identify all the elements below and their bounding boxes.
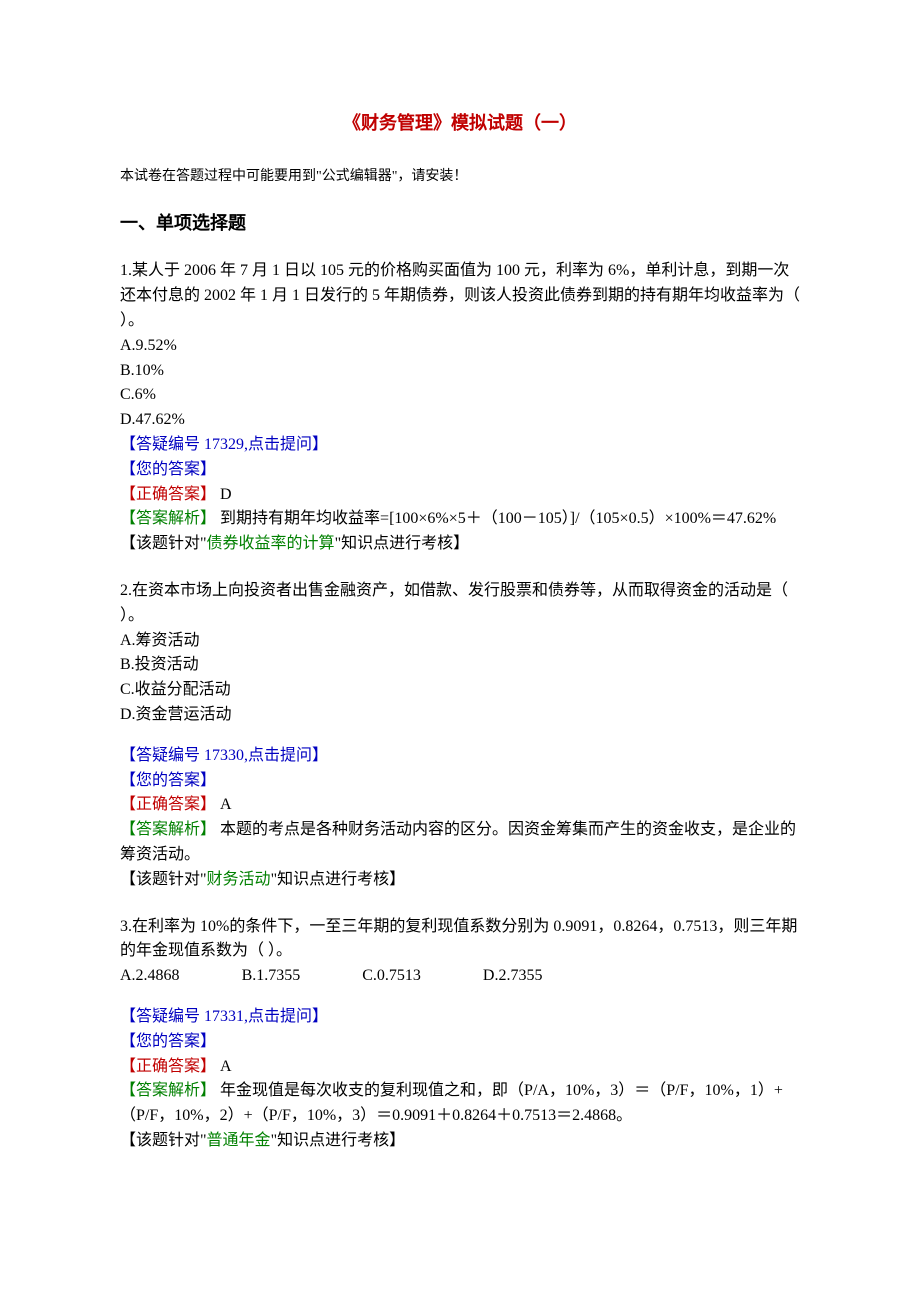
analysis-label: 答案解析 (136, 510, 200, 527)
analysis-text: 年金现值是每次收支的复利现值之和，即（P/A，10%，3）＝（P/F，10%，1… (120, 1082, 783, 1124)
analysis-line: 【答案解析】 年金现值是每次收支的复利现值之和，即（P/A，10%，3）＝（P/… (120, 1079, 800, 1129)
correct-answer-label: 正确答案 (136, 1058, 200, 1075)
option-c: C.0.7513 (362, 964, 421, 989)
document-page: 《财务管理》模拟试题（一） 本试卷在答题过程中可能要用到"公式编辑器"，请安装！… (0, 0, 920, 1302)
option-b: B.1.7355 (242, 964, 301, 989)
kp-name: 普通年金 (207, 1132, 271, 1149)
option-b: B.投资活动 (120, 653, 800, 678)
your-answer-line: 【您的答案】 (120, 458, 800, 483)
option-d: D.47.62% (120, 408, 800, 433)
question-3: 3.在利率为 10%的条件下，一至三年期的复利现值系数分别为 0.9091，0.… (120, 915, 800, 1154)
your-answer-label: 您的答案 (136, 1033, 200, 1050)
kp-prefix: 【该题针对" (120, 535, 207, 552)
knowledge-point-line: 【该题针对"债券收益率的计算"知识点进行考核】 (120, 532, 800, 557)
option-a: A.9.52% (120, 334, 800, 359)
question-stem: 3.在利率为 10%的条件下，一至三年期的复利现值系数分别为 0.9091，0.… (120, 915, 800, 965)
correct-answer-line: 【正确答案】 A (120, 793, 800, 818)
your-answer-label: 您的答案 (136, 461, 200, 478)
option-c: C.6% (120, 383, 800, 408)
kp-prefix: 【该题针对" (120, 1132, 207, 1149)
question-1: 1.某人于 2006 年 7 月 1 日以 105 元的价格购买面值为 100 … (120, 259, 800, 557)
qa-link[interactable]: 【答疑编号 17331,点击提问】 (120, 1005, 800, 1030)
option-d: D.2.7355 (483, 964, 543, 989)
your-answer-label: 您的答案 (136, 772, 200, 789)
kp-prefix: 【该题针对" (120, 871, 207, 888)
correct-answer-value: A (216, 796, 232, 813)
kp-name: 债券收益率的计算 (207, 535, 335, 552)
kp-suffix: "知识点进行考核】 (271, 1132, 406, 1149)
your-answer-line: 【您的答案】 (120, 769, 800, 794)
kp-name: 财务活动 (207, 871, 271, 888)
correct-answer-line: 【正确答案】 A (120, 1055, 800, 1080)
qa-link[interactable]: 【答疑编号 17330,点击提问】 (120, 744, 800, 769)
question-stem: 1.某人于 2006 年 7 月 1 日以 105 元的价格购买面值为 100 … (120, 259, 800, 333)
option-a: A.筹资活动 (120, 629, 800, 654)
correct-answer-value: A (216, 1058, 232, 1075)
option-b: B.10% (120, 359, 800, 384)
analysis-text: 到期持有期年均收益率=[100×6%×5＋（100－105）]/（105×0.5… (216, 510, 776, 527)
qa-link-text: 答疑编号 17329,点击提问 (136, 436, 312, 453)
document-title: 《财务管理》模拟试题（一） (120, 110, 800, 138)
analysis-line: 【答案解析】 本题的考点是各种财务活动内容的区分。因资金筹集而产生的资金收支，是… (120, 818, 800, 868)
correct-answer-label: 正确答案 (136, 486, 200, 503)
correct-answer-label: 正确答案 (136, 796, 200, 813)
kp-suffix: "知识点进行考核】 (335, 535, 470, 552)
correct-answer-line: 【正确答案】 D (120, 483, 800, 508)
knowledge-point-line: 【该题针对"财务活动"知识点进行考核】 (120, 868, 800, 893)
analysis-line: 【答案解析】 到期持有期年均收益率=[100×6%×5＋（100－105）]/（… (120, 507, 800, 532)
section-heading: 一、单项选择题 (120, 210, 800, 238)
question-2: 2.在资本市场上向投资者出售金融资产，如借款、发行股票和债券等，从而取得资金的活… (120, 579, 800, 893)
option-a: A.2.4868 (120, 964, 180, 989)
correct-answer-value: D (216, 486, 232, 503)
qa-link-text: 答疑编号 17330,点击提问 (136, 747, 312, 764)
spacer (120, 989, 800, 1005)
qa-link-text: 答疑编号 17331,点击提问 (136, 1008, 312, 1025)
options-inline: A.2.4868 B.1.7355 C.0.7513 D.2.7355 (120, 964, 800, 989)
analysis-label: 答案解析 (136, 821, 200, 838)
kp-suffix: "知识点进行考核】 (271, 871, 406, 888)
analysis-label: 答案解析 (136, 1082, 200, 1099)
install-note: 本试卷在答题过程中可能要用到"公式编辑器"，请安装！ (120, 166, 800, 188)
option-c: C.收益分配活动 (120, 678, 800, 703)
qa-link[interactable]: 【答疑编号 17329,点击提问】 (120, 433, 800, 458)
option-d: D.资金营运活动 (120, 703, 800, 728)
spacer (120, 728, 800, 744)
your-answer-line: 【您的答案】 (120, 1030, 800, 1055)
knowledge-point-line: 【该题针对"普通年金"知识点进行考核】 (120, 1129, 800, 1154)
question-stem: 2.在资本市场上向投资者出售金融资产，如借款、发行股票和债券等，从而取得资金的活… (120, 579, 800, 629)
analysis-text: 本题的考点是各种财务活动内容的区分。因资金筹集而产生的资金收支，是企业的筹资活动… (120, 821, 796, 863)
